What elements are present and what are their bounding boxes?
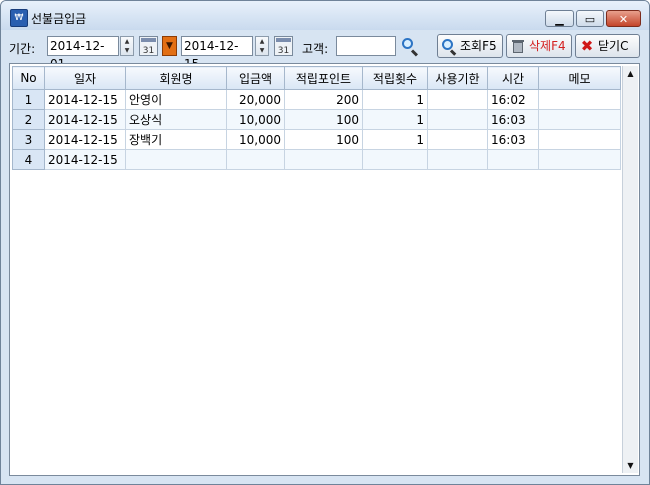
- close-icon: ✖: [580, 37, 594, 55]
- cell-amount[interactable]: [226, 149, 285, 170]
- customer-label: 고객:: [302, 42, 329, 56]
- minimize-button[interactable]: ▁: [545, 10, 574, 27]
- cell-date[interactable]: 2014-12-15: [44, 89, 126, 110]
- cell-expiry[interactable]: [427, 89, 488, 110]
- cell-count[interactable]: [362, 149, 428, 170]
- cell-amount[interactable]: 10,000: [226, 129, 285, 150]
- close-window-button[interactable]: ✕: [606, 10, 641, 27]
- cell-member[interactable]: 장백기: [125, 129, 227, 150]
- deposit-grid: No 일자 회원명 입금액 적립포인트 적립횟수 사용기한 시간 메모 1 20…: [9, 63, 640, 476]
- col-header-time[interactable]: 시간: [487, 66, 539, 90]
- cell-count[interactable]: 1: [362, 89, 428, 110]
- cell-date[interactable]: 2014-12-15: [44, 109, 126, 130]
- customer-input[interactable]: [336, 36, 396, 56]
- row-number: 4: [12, 149, 45, 170]
- col-header-no[interactable]: No: [12, 66, 45, 90]
- cell-member[interactable]: [125, 149, 227, 170]
- cell-memo[interactable]: [538, 149, 621, 170]
- query-button[interactable]: 조회F5: [437, 34, 503, 58]
- col-header-count[interactable]: 적립횟수: [362, 66, 428, 90]
- row-number: 2: [12, 109, 45, 130]
- grid-header: No 일자 회원명 입금액 적립포인트 적립횟수 사용기한 시간 메모: [12, 66, 621, 90]
- close-button[interactable]: ✖ 닫기C: [575, 34, 640, 58]
- col-header-points[interactable]: 적립포인트: [284, 66, 363, 90]
- range-dropdown-button[interactable]: ▼: [162, 36, 177, 56]
- cell-memo[interactable]: [538, 89, 621, 110]
- row-number: 3: [12, 129, 45, 150]
- table-row[interactable]: 4 2014-12-15: [12, 149, 621, 170]
- date-from-spinner[interactable]: ▲ ▼: [120, 36, 134, 56]
- cell-count[interactable]: 1: [362, 129, 428, 150]
- maximize-button[interactable]: ▭: [576, 10, 604, 27]
- cell-expiry[interactable]: [427, 149, 488, 170]
- cell-amount[interactable]: 10,000: [226, 109, 285, 130]
- deposit-table: No 일자 회원명 입금액 적립포인트 적립횟수 사용기한 시간 메모 1 20…: [12, 66, 621, 170]
- date-from-field[interactable]: 2014-12-01: [47, 36, 119, 71]
- cell-date[interactable]: 2014-12-15: [44, 149, 126, 170]
- cell-time[interactable]: 16:03: [487, 129, 539, 150]
- app-icon: ₩: [10, 9, 28, 27]
- date-to-field[interactable]: 2014-12-15: [181, 36, 253, 71]
- cell-time[interactable]: 16:02: [487, 89, 539, 110]
- filter-toolbar: 기간: 2014-12-01 ▲▼ 31 ▼ 2014-12-15 ▲▼ 31 …: [9, 33, 641, 71]
- table-row[interactable]: 1 2014-12-15 안영이 20,000 200 1 16:02: [12, 89, 621, 110]
- cell-time[interactable]: [487, 149, 539, 170]
- delete-button[interactable]: 삭제F4: [506, 34, 572, 58]
- scroll-up-icon[interactable]: ▲: [623, 66, 638, 81]
- cell-memo[interactable]: [538, 129, 621, 150]
- col-header-amount[interactable]: 입금액: [226, 66, 285, 90]
- window-title: 선불금입금: [31, 12, 87, 26]
- table-row[interactable]: 3 2014-12-15 장백기 10,000 100 1 16:03: [12, 129, 621, 150]
- period-label: 기간:: [9, 42, 36, 56]
- search-icon[interactable]: [400, 36, 420, 57]
- col-header-member[interactable]: 회원명: [125, 66, 227, 90]
- cell-points[interactable]: [284, 149, 363, 170]
- col-header-expiry[interactable]: 사용기한: [427, 66, 488, 90]
- cell-date[interactable]: 2014-12-15: [44, 129, 126, 150]
- vertical-scrollbar[interactable]: ▲ ▼: [622, 66, 638, 473]
- window: ₩ 선불금입금 ▁ ▭ ✕ 기간: 2014-12-01 ▲▼ 31 ▼ 201…: [0, 0, 650, 485]
- trash-icon: [510, 38, 526, 54]
- table-row[interactable]: 2 2014-12-15 오상식 10,000 100 1 16:03: [12, 109, 621, 130]
- cell-amount[interactable]: 20,000: [226, 89, 285, 110]
- cell-count[interactable]: 1: [362, 109, 428, 130]
- calendar-icon[interactable]: 31: [139, 36, 158, 56]
- cell-memo[interactable]: [538, 109, 621, 130]
- cell-points[interactable]: 100: [284, 109, 363, 130]
- scroll-down-icon[interactable]: ▼: [623, 458, 638, 473]
- search-icon: [441, 38, 457, 56]
- calendar-icon[interactable]: 31: [274, 36, 293, 56]
- cell-member[interactable]: 오상식: [125, 109, 227, 130]
- col-header-date[interactable]: 일자: [44, 66, 126, 90]
- col-header-memo[interactable]: 메모: [538, 66, 621, 90]
- cell-time[interactable]: 16:03: [487, 109, 539, 130]
- cell-points[interactable]: 100: [284, 129, 363, 150]
- cell-expiry[interactable]: [427, 129, 488, 150]
- title-bar[interactable]: ₩ 선불금입금 ▁ ▭ ✕: [1, 1, 649, 30]
- date-to-spinner[interactable]: ▲ ▼: [255, 36, 269, 56]
- cell-expiry[interactable]: [427, 109, 488, 130]
- cell-member[interactable]: 안영이: [125, 89, 227, 110]
- cell-points[interactable]: 200: [284, 89, 363, 110]
- row-number: 1: [12, 89, 45, 110]
